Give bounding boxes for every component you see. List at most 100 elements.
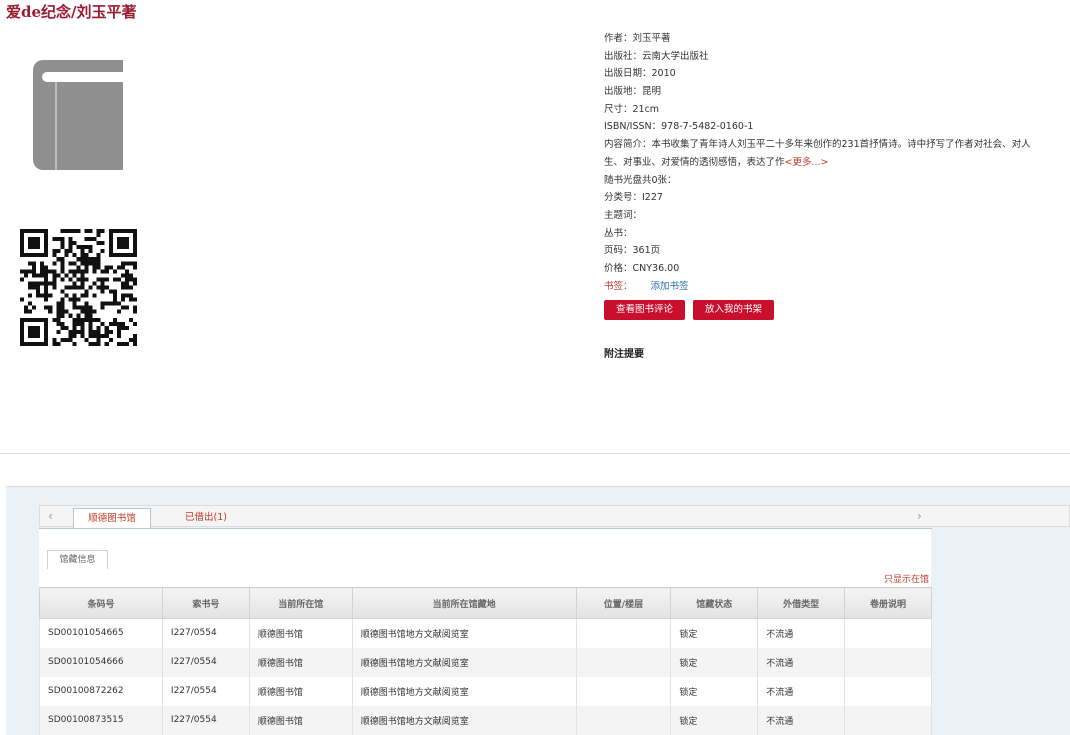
qr-module [28, 341, 33, 346]
cell-call-number: I227/0554 [161, 647, 250, 677]
qr-module [124, 253, 129, 258]
qr-module [124, 229, 129, 234]
qr-module [92, 269, 97, 274]
qr-module [96, 317, 101, 322]
qr-module [40, 281, 45, 286]
qr-module [76, 257, 81, 262]
cell-status: 锁定 [670, 647, 759, 677]
qr-module [116, 265, 121, 270]
qr-module [20, 249, 25, 254]
only-available-link[interactable]: 只显示在馆 [884, 572, 929, 585]
qr-module [64, 285, 69, 290]
view-reviews-button[interactable]: 查看图书评论 [604, 300, 685, 320]
qr-module [120, 241, 125, 246]
qr-module [76, 317, 81, 322]
qr-module [72, 305, 77, 310]
qr-module [104, 325, 109, 330]
tab-shunde-library[interactable]: 顺德图书馆 [73, 508, 151, 529]
qr-module [84, 337, 89, 342]
qr-module [44, 229, 49, 234]
qr-module [124, 285, 129, 290]
add-to-shelf-button[interactable]: 放入我的书架 [693, 300, 774, 320]
qr-module [60, 313, 65, 318]
qr-module [132, 297, 137, 302]
qr-module [76, 229, 81, 234]
qr-module [96, 277, 101, 282]
tab-prev-icon[interactable]: ‹ [48, 509, 53, 523]
qr-module [28, 269, 33, 274]
qr-module [76, 321, 81, 326]
holdings-section: ‹ 顺德图书馆 已借出(1) › 馆藏信息 只显示在馆 条码号 索书号 当前所在… [6, 486, 1070, 735]
qr-module [28, 281, 33, 286]
qr-module [80, 285, 85, 290]
qr-module [36, 281, 41, 286]
qr-module [92, 309, 97, 314]
qr-module [68, 297, 73, 302]
qr-module [96, 265, 101, 270]
tab-next-icon[interactable]: › [917, 509, 922, 523]
cell-loan-type: 不流通 [757, 647, 846, 677]
bookmark-row: 书签： 添加书签 [604, 278, 1044, 296]
tab-underline [39, 528, 932, 529]
notes-heading: 附注提要 [604, 349, 644, 360]
qr-module [92, 341, 97, 346]
book-cover-placeholder-icon [33, 60, 123, 170]
qr-module [108, 329, 113, 334]
qr-module [132, 249, 137, 254]
qr-module [120, 281, 125, 286]
qr-module [88, 229, 93, 234]
tab-holdings-info[interactable]: 馆藏信息 [47, 550, 108, 569]
qr-module [80, 277, 85, 282]
qr-module [48, 269, 53, 274]
qr-module [72, 333, 77, 338]
qr-module [120, 325, 125, 330]
pub-place-field: 出版地：昆明 [604, 86, 662, 98]
qr-module [88, 249, 93, 254]
qr-module [36, 237, 41, 242]
qr-module [56, 313, 61, 318]
qr-module [100, 333, 105, 338]
qr-module [64, 309, 69, 314]
qr-module [80, 253, 85, 258]
qr-module [44, 249, 49, 254]
qr-module [32, 265, 37, 270]
qr-module [120, 321, 125, 326]
qr-module [124, 293, 129, 298]
qr-module [52, 277, 57, 282]
more-link[interactable]: <更多...> [785, 157, 829, 168]
qr-module [104, 333, 109, 338]
qr-module [48, 281, 53, 286]
qr-module [44, 253, 49, 258]
qr-module [60, 237, 65, 242]
add-bookmark-link[interactable]: 添加书签 [651, 281, 689, 292]
qr-module [52, 253, 57, 258]
qr-module [72, 329, 77, 334]
qr-module [124, 281, 129, 286]
qr-module [20, 321, 25, 326]
qr-module [116, 301, 121, 306]
qr-module [52, 261, 57, 266]
qr-module [120, 265, 125, 270]
qr-module [128, 273, 133, 278]
cell-call-number: I227/0554 [161, 676, 250, 706]
qr-module [128, 317, 133, 322]
qr-module [124, 241, 129, 246]
qr-module [128, 293, 133, 298]
qr-module [24, 317, 29, 322]
qr-module [20, 297, 25, 302]
qr-module [92, 237, 97, 242]
holdings-table: 条码号 索书号 当前所在馆 当前所在馆藏地 位置/楼层 馆藏状态 外借类型 卷册… [39, 587, 932, 735]
series-field: 丛书： [604, 227, 633, 239]
qr-module [120, 285, 125, 290]
qr-module [100, 277, 105, 282]
qr-module [84, 289, 89, 294]
cell-volume [844, 705, 932, 735]
qr-module [132, 309, 137, 314]
qr-module [88, 333, 93, 338]
qr-module [28, 261, 33, 266]
qr-module [76, 313, 81, 318]
section-divider [0, 453, 1070, 454]
tab-loaned[interactable]: 已借出(1) [185, 508, 227, 528]
qr-module [32, 333, 37, 338]
qr-module [56, 341, 61, 346]
